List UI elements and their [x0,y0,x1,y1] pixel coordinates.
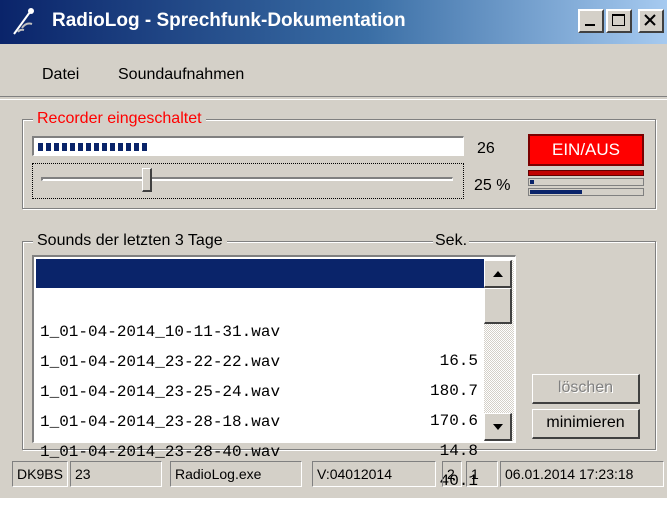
list-item[interactable]: 1_01-04-2014_10-11-31.wav 16.5 [36,289,484,370]
recording-level-value: 26 [477,140,495,157]
list-item[interactable]: 1_01-04-2014_23-22-22.wav 180.7 [36,319,484,400]
status-field-b: 1 [466,461,498,487]
close-icon [644,14,656,26]
status-field-a: 2 [442,461,462,487]
recorder-toggle-button[interactable]: EIN/AUS [528,134,644,166]
minimize-button[interactable]: minimieren [532,409,640,439]
delete-button[interactable]: löschen [532,374,640,404]
seconds-column-header: Sek. [433,232,470,250]
status-datetime: 06.01.2014 17:23:18 [500,461,664,487]
minimize-window-button[interactable] [578,9,604,33]
app-window: RadioLog - Sprechfunk-Dokumentation Date… [0,0,667,498]
list-item[interactable]: 1_01-04-2014_23-28-40.wav 40.1 [36,409,484,490]
volume-slider-track [41,177,453,181]
signal-meter-1-fill [530,180,534,184]
sound-file-list[interactable]: 1_01-04-2014_10-11-05.wav 22.8 1_01-04-2… [32,255,516,490]
menu-datei[interactable]: Datei [42,66,79,84]
title-bar[interactable]: RadioLog - Sprechfunk-Dokumentation [0,0,667,44]
status-exe: RadioLog.exe [170,461,302,487]
status-version: V:04012014 [312,461,436,487]
list-scrollbar[interactable] [484,260,514,441]
maximize-window-button[interactable] [606,9,632,33]
volume-value: 25 % [474,177,511,194]
arrow-up-icon [493,271,503,277]
signal-meter-1 [528,178,644,186]
scroll-down-button[interactable] [484,413,512,441]
scroll-up-button[interactable] [484,260,512,288]
sounds-group-label: Sounds der letzten 3 Tage [33,232,227,250]
list-item[interactable]: 1_01-04-2014_23-25-24.wav 170.6 [36,349,484,430]
signal-meter-red [528,170,644,176]
maximize-icon [612,14,625,26]
recording-level-bar [32,136,464,156]
menu-bar: Datei Soundaufnahmen [0,54,667,94]
menu-soundaufnahmen[interactable]: Soundaufnahmen [118,66,244,84]
minimize-icon [585,24,595,26]
arrow-down-icon [493,424,503,430]
scrollbar-thumb[interactable] [484,288,512,324]
list-item[interactable]: 1_01-04-2014_23-28-18.wav 14.8 [36,379,484,460]
signal-meter-2 [528,188,644,196]
volume-slider[interactable] [32,163,464,199]
menu-separator [0,96,667,100]
recorder-status-label: Recorder eingeschaltet [33,110,206,128]
volume-slider-thumb[interactable] [142,168,152,192]
recording-level-fill [38,143,148,151]
list-item[interactable]: 1_01-04-2014_10-11-05.wav 22.8 [36,259,484,340]
status-channel: 23 [70,461,162,487]
window-title: RadioLog - Sprechfunk-Dokumentation [52,10,406,31]
signal-meter-2-fill [530,190,582,194]
close-window-button[interactable] [638,9,664,33]
radio-antenna-icon [13,8,34,35]
status-callsign: DK9BS [12,461,68,487]
